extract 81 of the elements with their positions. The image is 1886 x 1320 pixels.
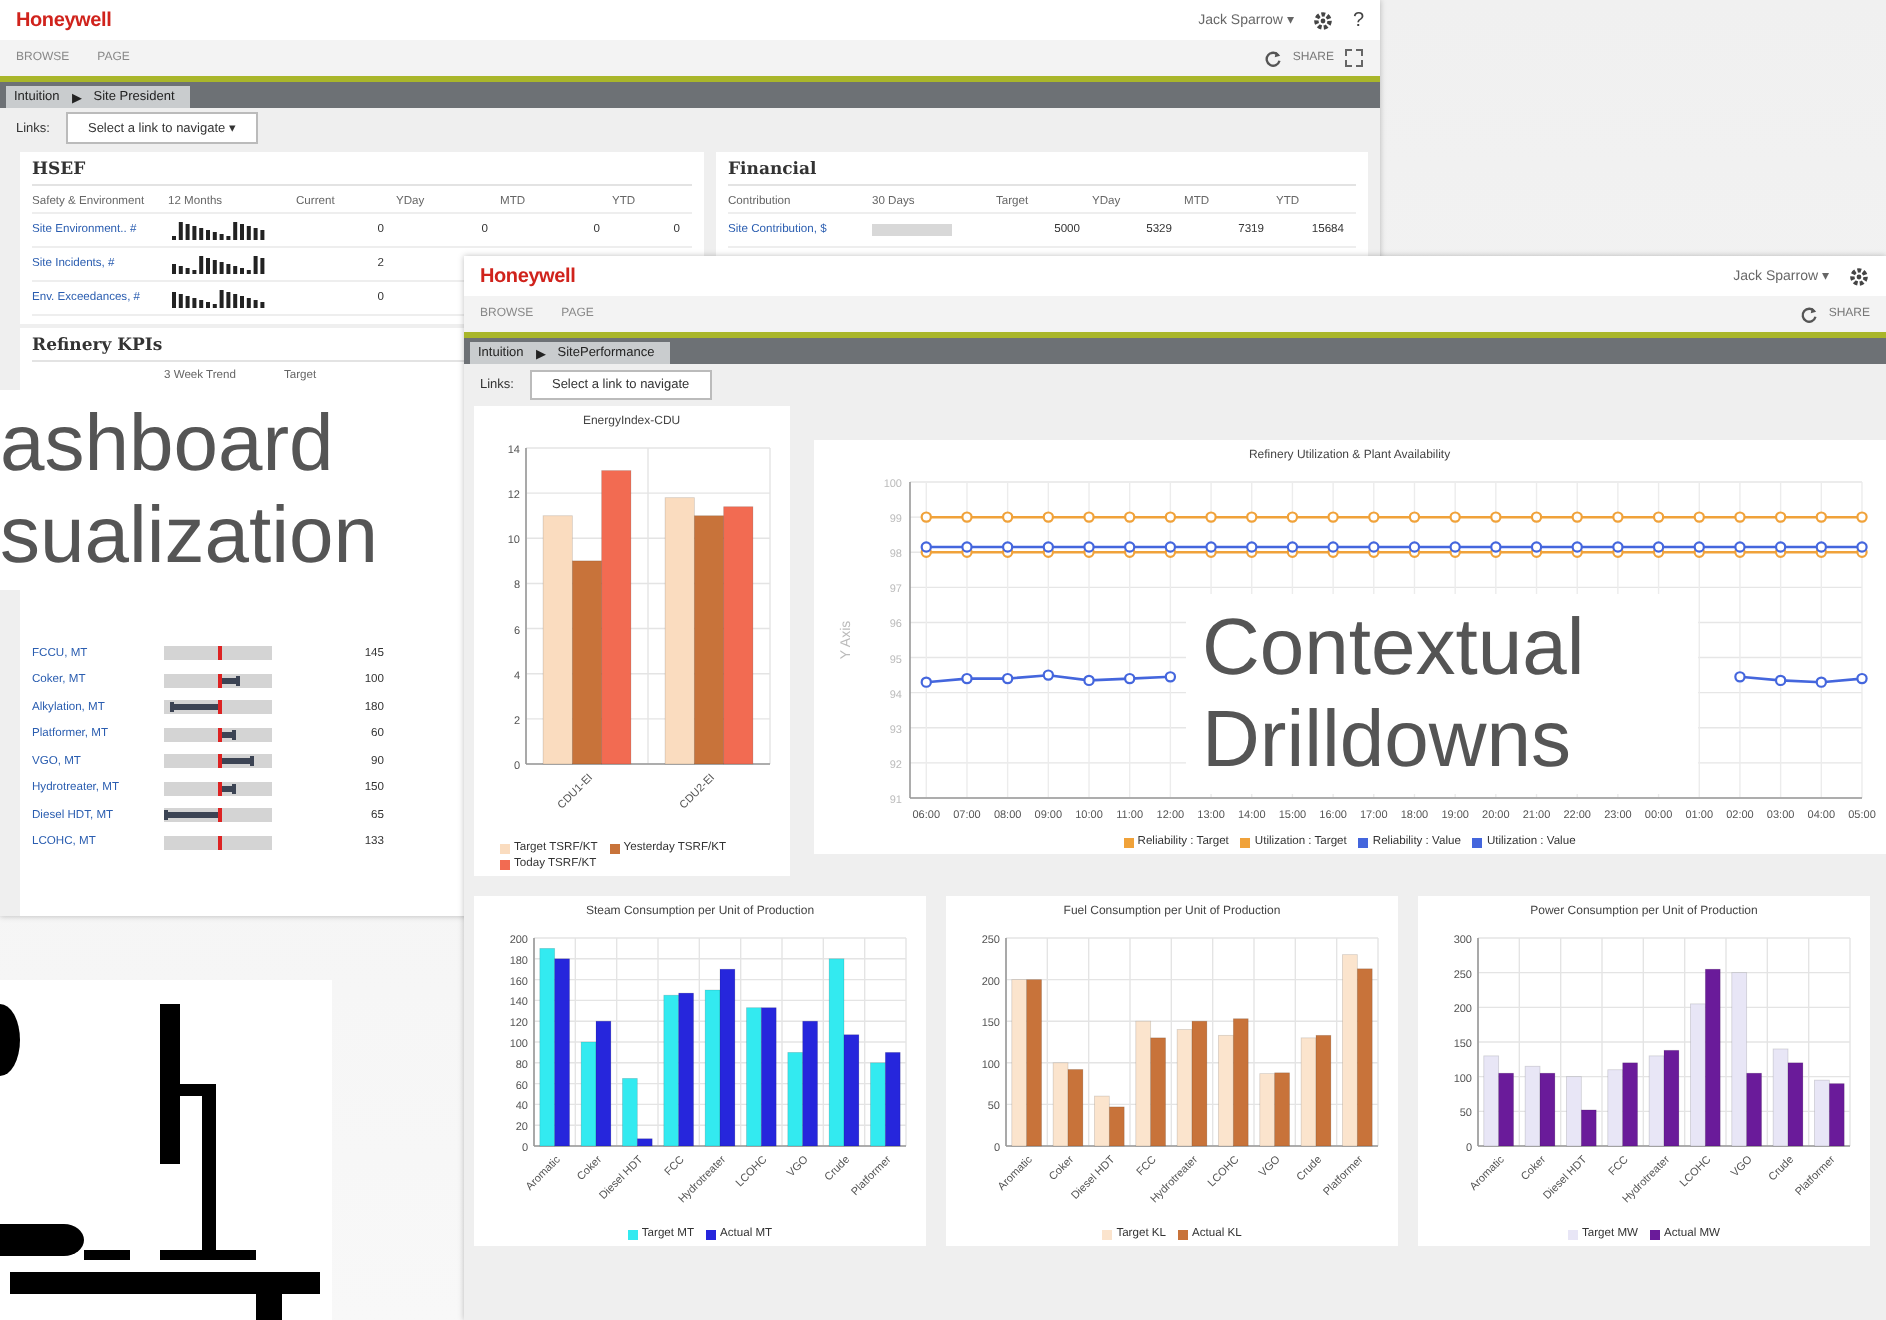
bullet-bar bbox=[171, 704, 218, 711]
bar bbox=[1787, 1062, 1804, 1147]
bullet-bar bbox=[166, 812, 218, 819]
target-marker bbox=[218, 781, 221, 796]
settings-icon[interactable] bbox=[1312, 9, 1335, 31]
bar bbox=[1607, 1069, 1624, 1147]
data-point bbox=[1733, 511, 1746, 523]
data-point bbox=[1855, 672, 1868, 685]
data-point bbox=[1164, 671, 1176, 683]
bar bbox=[787, 1052, 804, 1147]
sparkline bbox=[168, 254, 268, 274]
data-point bbox=[1611, 511, 1624, 523]
data-point bbox=[1082, 674, 1095, 687]
bar bbox=[1663, 1049, 1680, 1147]
bar bbox=[760, 1007, 777, 1147]
data-point bbox=[1123, 511, 1135, 523]
data-point bbox=[1774, 674, 1786, 687]
sparkline bbox=[168, 220, 268, 240]
refresh-icon bbox=[1800, 305, 1819, 323]
data-point bbox=[1042, 669, 1054, 681]
data-point bbox=[1571, 511, 1583, 523]
data-point bbox=[1855, 511, 1868, 523]
sparkline bbox=[168, 288, 268, 308]
data-point bbox=[1164, 511, 1176, 523]
data-point bbox=[1286, 511, 1298, 523]
target-marker bbox=[218, 700, 221, 715]
bullet-bar bbox=[218, 677, 238, 684]
sparkline bbox=[872, 224, 952, 236]
data-point bbox=[1408, 511, 1420, 523]
bullet-bar bbox=[218, 785, 234, 792]
data-point bbox=[1774, 511, 1786, 523]
data-point bbox=[1815, 676, 1827, 688]
bar bbox=[1067, 1069, 1084, 1147]
data-point bbox=[960, 672, 973, 685]
panel-title: Financial bbox=[728, 160, 1356, 186]
caption-text: Contextual Drilldowns bbox=[1186, 594, 1698, 794]
bar bbox=[1135, 1020, 1152, 1147]
bar bbox=[884, 1052, 901, 1147]
bar bbox=[1259, 1073, 1276, 1147]
bar bbox=[1108, 1106, 1125, 1147]
data-point bbox=[1733, 671, 1746, 683]
data-point bbox=[1123, 672, 1135, 685]
settings-icon[interactable] bbox=[1848, 265, 1870, 287]
data-point bbox=[1815, 511, 1827, 523]
data-point bbox=[1001, 672, 1013, 685]
data-point bbox=[1530, 511, 1542, 523]
target-marker bbox=[218, 673, 221, 688]
target-marker bbox=[218, 646, 221, 661]
help-link[interactable]: ? bbox=[1352, 9, 1364, 31]
bar bbox=[1539, 1072, 1556, 1147]
refresh-icon bbox=[1264, 49, 1283, 67]
bar bbox=[1232, 1018, 1249, 1147]
data-point bbox=[1042, 511, 1054, 523]
bar bbox=[595, 1020, 612, 1147]
data-point bbox=[1367, 511, 1380, 523]
data-point bbox=[1652, 511, 1664, 523]
bar bbox=[1191, 1020, 1208, 1147]
target-marker bbox=[218, 754, 221, 769]
data-point bbox=[1204, 511, 1217, 523]
data-point bbox=[1245, 511, 1257, 523]
data-point bbox=[920, 676, 932, 688]
bar bbox=[1483, 1055, 1500, 1147]
target-marker bbox=[218, 808, 221, 823]
bullet-bar bbox=[218, 731, 234, 738]
data-point bbox=[1001, 511, 1013, 523]
bullet-bar bbox=[218, 758, 252, 765]
data-point bbox=[1489, 511, 1502, 523]
logo: Honeywell bbox=[16, 9, 112, 31]
data-point bbox=[1326, 511, 1339, 523]
target-marker bbox=[218, 727, 221, 742]
target-marker bbox=[218, 835, 221, 850]
bar bbox=[1315, 1034, 1332, 1147]
data-point bbox=[960, 511, 973, 523]
data-point bbox=[1449, 511, 1461, 523]
data-point bbox=[1082, 511, 1095, 523]
data-point bbox=[920, 511, 932, 523]
data-point bbox=[1693, 511, 1705, 523]
logo: Honeywell bbox=[480, 265, 576, 287]
bar bbox=[1828, 1083, 1845, 1147]
panel-title: HSEF bbox=[32, 160, 692, 186]
expand-icon[interactable] bbox=[1344, 48, 1364, 68]
